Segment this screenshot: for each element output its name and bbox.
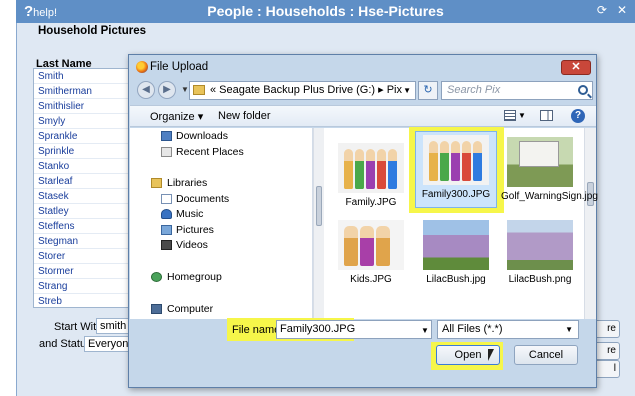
folder-icon <box>193 85 205 95</box>
change-view-icon[interactable] <box>504 110 516 121</box>
address-dropdown-icon[interactable]: ▼ <box>403 82 411 99</box>
list-item[interactable]: Sprankle <box>34 129 128 144</box>
list-item[interactable]: Smyly <box>34 114 128 129</box>
figure-shape <box>344 226 358 266</box>
figure-shape <box>360 226 374 266</box>
recent-places-icon <box>161 147 172 157</box>
image-thumbnail <box>338 143 404 193</box>
music-icon <box>161 209 172 219</box>
nav-item-videos[interactable]: Videos <box>176 239 208 251</box>
list-item[interactable]: Streb <box>34 294 128 307</box>
list-item[interactable]: Statley <box>34 204 128 219</box>
downloads-icon <box>161 131 172 141</box>
list-item[interactable]: Starleaf <box>34 174 128 189</box>
list-item[interactable]: Stormer <box>34 264 128 279</box>
firefox-icon <box>136 61 148 73</box>
image-thumbnail <box>507 137 573 187</box>
figure-shape <box>462 141 471 181</box>
list-item[interactable]: Smith <box>34 69 128 84</box>
refresh-button[interactable]: ↻ <box>418 81 438 100</box>
close-icon[interactable]: ✕ <box>617 3 627 17</box>
recent-locations-dropdown[interactable]: ▼ <box>181 85 189 94</box>
figure-shape <box>377 149 386 189</box>
nav-item-computer[interactable]: Computer <box>167 303 213 315</box>
homegroup-icon <box>151 272 162 282</box>
file-name: Golf_WarningSign.jpg <box>501 191 598 202</box>
search-input[interactable]: Search Pix <box>441 81 593 100</box>
toolbar: Organize ▾ New folder ▼ ? <box>130 105 596 127</box>
figure-shape <box>355 149 364 189</box>
mouse-cursor-icon <box>488 349 494 361</box>
back-button[interactable]: ◀ <box>137 81 155 99</box>
close-button[interactable]: ✕ <box>561 60 591 75</box>
search-placeholder: Search Pix <box>447 84 501 96</box>
list-item[interactable]: Smitherman <box>34 84 128 99</box>
list-item[interactable]: Smithislier <box>34 99 128 114</box>
figure-shape <box>388 149 397 189</box>
nav-item-pictures[interactable]: Pictures <box>176 224 214 236</box>
refresh-icon[interactable]: ⟳ <box>597 3 607 17</box>
list-item[interactable]: Sprinkle <box>34 144 128 159</box>
list-item[interactable]: Storer <box>34 249 128 264</box>
figure-shape <box>440 141 449 181</box>
figure-shape <box>429 141 438 181</box>
nav-item-music[interactable]: Music <box>176 208 203 220</box>
image-thumbnail <box>507 220 573 270</box>
libraries-icon <box>151 178 162 188</box>
file-name: Kids.JPG <box>350 274 392 285</box>
figure-shape <box>366 149 375 189</box>
pictures-icon <box>161 225 172 235</box>
new-folder-button[interactable]: New folder <box>218 110 271 122</box>
figure-shape <box>344 149 353 189</box>
nav-item-homegroup[interactable]: Homegroup <box>167 271 222 283</box>
view-options-dropdown[interactable]: ▼ <box>518 111 526 120</box>
nav-item-downloads[interactable]: Downloads <box>176 130 228 142</box>
file-type-value: All Files (*.*) <box>442 323 503 335</box>
file-type-select[interactable]: All Files (*.*) ▼ <box>437 320 579 339</box>
organize-button[interactable]: Organize ▾ <box>150 110 203 123</box>
navigation-scrollbar[interactable] <box>313 128 324 319</box>
file-name: Family300.JPG <box>421 189 491 200</box>
nav-item-libraries[interactable]: Libraries <box>167 177 207 189</box>
computer-icon <box>151 304 162 314</box>
chevron-down-icon: ▼ <box>565 325 573 334</box>
navigation-pane: Downloads Recent Places Libraries Docume… <box>130 128 313 319</box>
file-name-dropdown-icon[interactable]: ▼ <box>421 326 429 335</box>
window-controls: ⟳ ✕ <box>587 3 627 17</box>
image-thumbnail <box>423 220 489 270</box>
dialog-title: File Upload <box>150 61 209 73</box>
documents-icon <box>161 194 172 204</box>
nav-item-recent-places[interactable]: Recent Places <box>176 146 244 158</box>
preview-pane-icon[interactable] <box>540 110 553 121</box>
section-title: Household Pictures <box>38 25 146 37</box>
app-title-bar: ?help! People : Households : Hse-Picture… <box>16 0 635 23</box>
file-list-scrollbar[interactable] <box>584 128 596 319</box>
figure-shape <box>451 141 460 181</box>
image-thumbnail <box>423 135 489 185</box>
image-thumbnail <box>338 220 404 270</box>
list-item[interactable]: Stanko <box>34 159 128 174</box>
cancel-button[interactable]: Cancel <box>514 345 578 365</box>
file-name-input[interactable]: Family300.JPG <box>276 320 432 339</box>
file-name: LilacBush.jpg <box>426 274 486 285</box>
videos-icon <box>161 240 172 250</box>
search-icon <box>578 85 588 95</box>
help-icon[interactable]: ? <box>571 109 585 123</box>
list-item[interactable]: Stasek <box>34 189 128 204</box>
file-name: LilacBush.png <box>508 274 572 285</box>
list-item[interactable]: Steffens <box>34 219 128 234</box>
file-name: Family.JPG <box>345 197 397 208</box>
forward-button[interactable]: ▶ <box>158 81 176 99</box>
scrollbar-thumb[interactable] <box>316 186 322 226</box>
address-path: « Seagate Backup Plus Drive (G:) ▸ Pix <box>210 84 402 96</box>
figure-shape <box>473 141 482 181</box>
list-item[interactable]: Stegman <box>34 234 128 249</box>
list-item[interactable]: Strang <box>34 279 128 294</box>
figure-shape <box>376 226 390 266</box>
address-bar[interactable]: « Seagate Backup Plus Drive (G:) ▸ Pix ▼ <box>189 81 416 100</box>
sign-shape <box>519 141 559 167</box>
app-title: People : Households : Hse-Pictures <box>207 3 444 19</box>
last-name-list[interactable]: Smith Smitherman Smithislier Smyly Sprankle S… <box>33 68 129 308</box>
nav-item-documents[interactable]: Documents <box>176 193 229 205</box>
